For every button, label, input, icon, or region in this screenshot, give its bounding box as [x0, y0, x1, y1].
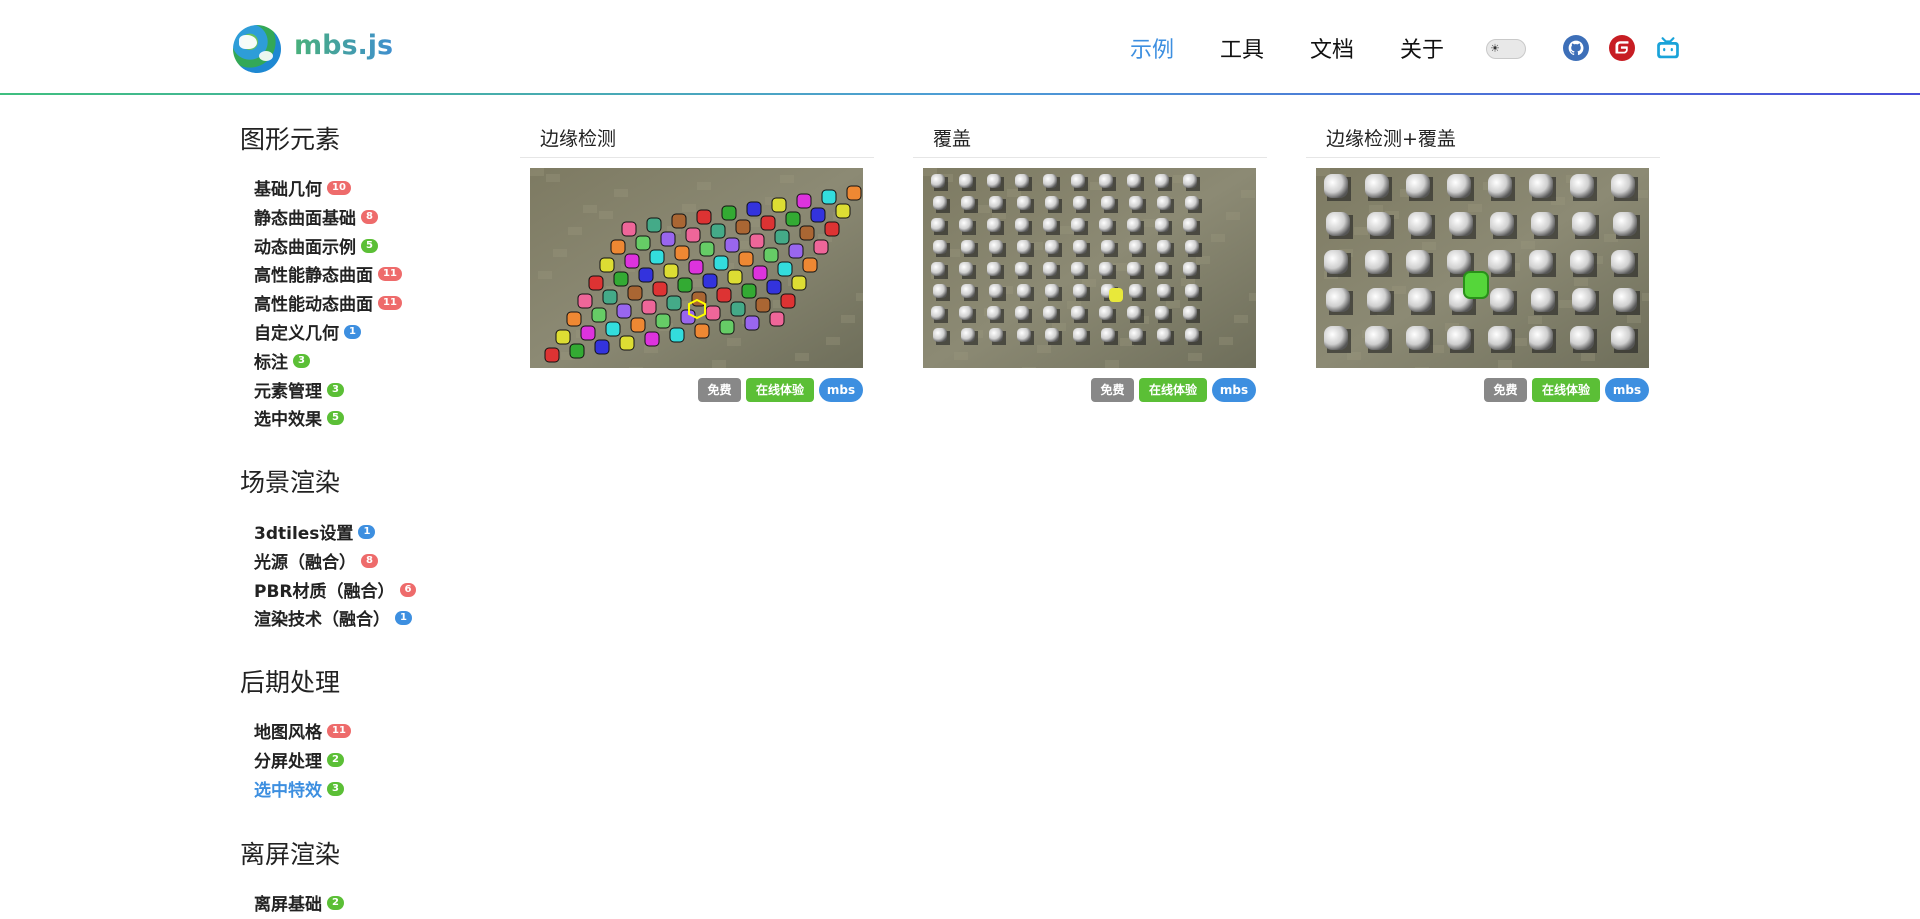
count-badge: 6 [399, 582, 417, 597]
edge-overlay-preview[interactable] [1316, 168, 1649, 368]
github-icon[interactable] [1563, 35, 1589, 61]
count-badge: 3 [327, 781, 344, 796]
nav-tools[interactable]: 工具 [1220, 32, 1264, 64]
sidebar-item[interactable]: 静态曲面基础 8 [254, 204, 378, 229]
header-divider [0, 93, 1920, 95]
sidebar-item-label: 地图风格 [254, 723, 322, 743]
card-divider [913, 157, 1267, 158]
sidebar-item-label: 光源（融合） [254, 552, 356, 573]
sidebar-item[interactable]: 地图风格 11 [254, 718, 351, 743]
sidebar-item-label: 选中特效 [254, 780, 322, 801]
sidebar-item[interactable]: 元素管理 3 [254, 377, 344, 402]
sidebar-item[interactable]: 离屏基础 2 [254, 890, 344, 915]
nav-about[interactable]: 关于 [1400, 32, 1444, 64]
count-badge: 11 [378, 267, 402, 282]
bilibili-icon[interactable] [1655, 35, 1681, 61]
sidebar-section-title: 场景渲染 [240, 468, 341, 497]
sidebar-item-label: 高性能动态曲面 [254, 295, 373, 316]
mbs-tag[interactable]: mbs [819, 378, 863, 402]
sidebar-item-label: 动态曲面示例 [254, 237, 356, 258]
sidebar-item[interactable]: 自定义几何 1 [254, 319, 361, 344]
top-header: mbs.js 示例 工具 文档 关于 ☀ [0, 0, 1920, 94]
sidebar-item-label: 渲染技术（融合） [254, 610, 390, 631]
card-title[interactable]: 覆盖 [933, 124, 971, 151]
mbs-tag[interactable]: mbs [1212, 378, 1256, 402]
sidebar-item-label: 分屏处理 [254, 751, 322, 772]
sidebar-item-label: PBR材质（融合） [254, 581, 395, 602]
sun-icon: ☀ [1490, 42, 1500, 55]
count-badge: 1 [358, 525, 376, 539]
sidebar-item-label: 选中效果 [254, 410, 322, 431]
theme-toggle[interactable]: ☀ [1486, 39, 1526, 59]
sidebar-item[interactable]: 标注 3 [254, 348, 310, 373]
online-demo-tag[interactable]: 在线体验 [746, 378, 814, 402]
count-badge: 8 [361, 553, 378, 568]
count-badge: 3 [327, 382, 344, 397]
count-badge: 2 [327, 896, 344, 910]
sidebar-section-title: 离屏渲染 [240, 840, 341, 869]
free-tag[interactable]: 免费 [1091, 378, 1134, 402]
sidebar-item-label: 元素管理 [254, 381, 322, 402]
count-badge: 5 [361, 238, 378, 253]
count-badge: 11 [327, 724, 351, 738]
sidebar-section-title: 图形元素 [240, 125, 341, 154]
count-badge: 11 [378, 296, 402, 311]
sidebar-item[interactable]: 光源（融合） 8 [254, 548, 378, 573]
sidebar-item-label: 静态曲面基础 [254, 208, 356, 229]
sidebar-item[interactable]: 基础几何 10 [254, 175, 351, 200]
free-tag[interactable]: 免费 [698, 378, 741, 402]
sidebar-section-title: 后期处理 [240, 668, 341, 697]
free-tag[interactable]: 免费 [1484, 378, 1527, 402]
count-badge: 5 [327, 411, 344, 426]
sidebar-item[interactable]: 分屏处理 2 [254, 747, 344, 772]
count-badge: 10 [327, 181, 351, 195]
card-title[interactable]: 边缘检测 [540, 124, 616, 151]
nav-examples[interactable]: 示例 [1130, 32, 1174, 64]
edge-detection-preview[interactable] [530, 168, 863, 368]
sidebar-item[interactable]: 选中特效 3 [254, 776, 344, 801]
sidebar-item-label: 标注 [254, 352, 288, 373]
sidebar-item[interactable]: 3dtiles设置 1 [254, 519, 376, 544]
brand-name[interactable]: mbs.js [294, 30, 393, 61]
count-badge: 8 [361, 209, 378, 224]
sidebar-item-label: 3dtiles设置 [254, 524, 354, 544]
sidebar-item[interactable]: 高性能动态曲面 11 [254, 290, 402, 315]
sidebar-item[interactable]: PBR材质（融合） 6 [254, 577, 417, 602]
nav-docs[interactable]: 文档 [1310, 32, 1354, 64]
sidebar-item[interactable]: 渲染技术（融合） 1 [254, 605, 412, 630]
count-badge: 3 [293, 353, 310, 368]
sidebar-item[interactable]: 高性能静态曲面 11 [254, 261, 402, 286]
card-divider [1306, 157, 1660, 158]
online-demo-tag[interactable]: 在线体验 [1532, 378, 1600, 402]
sidebar-item-label: 高性能静态曲面 [254, 266, 373, 287]
count-badge: 1 [344, 325, 361, 339]
gitee-icon[interactable] [1609, 35, 1635, 61]
sidebar-item[interactable]: 选中效果 5 [254, 405, 344, 430]
online-demo-tag[interactable]: 在线体验 [1139, 378, 1207, 402]
sidebar-item-label: 自定义几何 [254, 324, 339, 344]
globe-logo-icon[interactable] [233, 25, 281, 73]
count-badge: 1 [395, 611, 412, 626]
count-badge: 2 [327, 752, 344, 767]
sidebar-item[interactable]: 动态曲面示例 5 [254, 233, 378, 258]
card-title[interactable]: 边缘检测+覆盖 [1326, 124, 1456, 151]
sidebar-item-label: 基础几何 [254, 180, 322, 200]
sidebar-item-label: 离屏基础 [254, 895, 322, 915]
mbs-tag[interactable]: mbs [1605, 378, 1649, 402]
card-divider [520, 157, 874, 158]
overlay-preview[interactable] [923, 168, 1256, 368]
